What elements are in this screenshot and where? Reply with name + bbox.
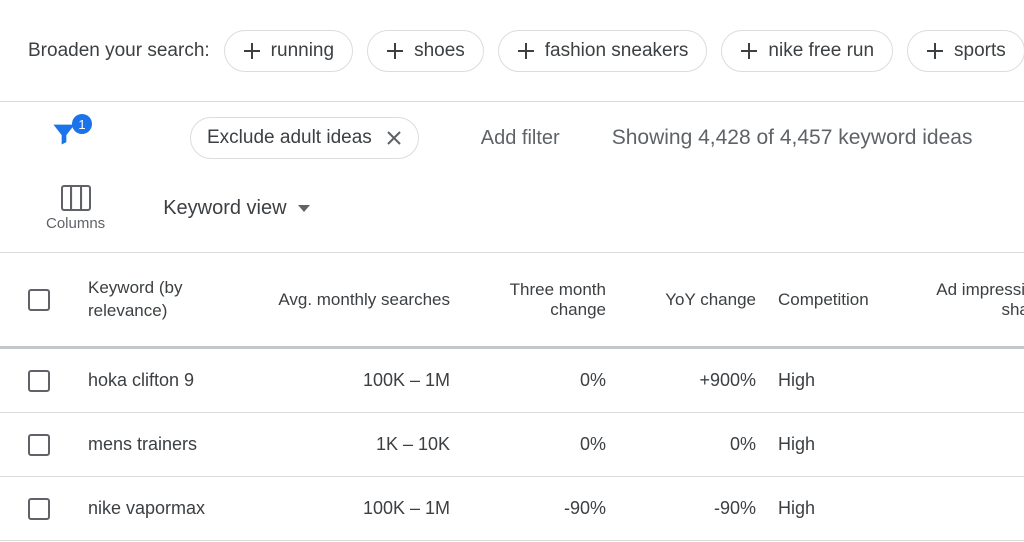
filter-row: 1 Exclude adult ideas Add filter Showing… [0,102,1024,174]
cell-three-month: 0% [460,434,616,455]
cell-yoy: +900% [616,370,766,391]
select-all-checkbox[interactable] [28,289,50,311]
table-header-row: Keyword (by relevance) Avg. monthly sear… [0,253,1024,349]
cell-yoy: 0% [616,434,766,455]
col-ad-impression[interactable]: Ad impression share [914,280,1024,320]
chip-label: sports [954,40,1006,62]
chevron-down-icon [297,197,311,220]
broaden-chip[interactable]: fashion sneakers [498,30,708,72]
keyword-view-dropdown[interactable]: Keyword view [163,197,310,220]
columns-label: Columns [46,215,105,232]
plus-icon [517,42,535,60]
columns-button[interactable]: Columns [46,185,105,232]
cell-three-month: -90% [460,498,616,519]
chip-label: shoes [414,40,465,62]
showing-count: Showing 4,428 of 4,457 keyword ideas [612,126,973,150]
filter-count-badge: 1 [72,114,92,134]
row-checkbox[interactable] [28,434,50,456]
col-yoy[interactable]: YoY change [616,290,766,310]
add-filter-button[interactable]: Add filter [481,127,560,150]
view-label: Keyword view [163,197,286,220]
col-competition[interactable]: Competition [766,290,914,310]
cell-keyword: mens trainers [78,434,234,455]
table-row: nike vapormax 100K – 1M -90% -90% High [0,477,1024,541]
cell-avg: 100K – 1M [234,370,460,391]
chip-label: fashion sneakers [545,40,689,62]
cell-keyword: nike vapormax [78,498,234,519]
cell-competition: High [766,434,914,455]
row-checkbox[interactable] [28,370,50,392]
broaden-chip[interactable]: sports [907,30,1024,72]
broaden-chip[interactable]: nike free run [721,30,893,72]
view-toolbar: Columns Keyword view [0,174,1024,252]
row-checkbox[interactable] [28,498,50,520]
col-keyword[interactable]: Keyword (by relevance) [78,277,234,321]
chip-label: running [271,40,334,62]
table-row: hoka clifton 9 100K – 1M 0% +900% High [0,349,1024,413]
cell-avg: 100K – 1M [234,498,460,519]
col-avg-searches[interactable]: Avg. monthly searches [234,290,460,310]
close-icon[interactable] [386,130,402,146]
cell-keyword: hoka clifton 9 [78,370,234,391]
broaden-chip[interactable]: running [224,30,353,72]
plus-icon [386,42,404,60]
keyword-table: Keyword (by relevance) Avg. monthly sear… [0,252,1024,541]
cell-three-month: 0% [460,370,616,391]
broaden-label: Broaden your search: [28,40,210,62]
columns-icon [61,185,91,211]
cell-competition: High [766,370,914,391]
broaden-chip[interactable]: shoes [367,30,484,72]
plus-icon [243,42,261,60]
cell-competition: High [766,498,914,519]
applied-filter-chip[interactable]: Exclude adult ideas [190,117,419,159]
plus-icon [740,42,758,60]
table-row: mens trainers 1K – 10K 0% 0% High [0,413,1024,477]
cell-yoy: -90% [616,498,766,519]
filter-button[interactable]: 1 [50,120,86,156]
col-three-month[interactable]: Three month change [460,280,616,320]
applied-filter-label: Exclude adult ideas [207,127,372,149]
cell-avg: 1K – 10K [234,434,460,455]
broaden-search-row: Broaden your search: running shoes fashi… [0,0,1024,102]
chip-label: nike free run [768,40,874,62]
plus-icon [926,42,944,60]
